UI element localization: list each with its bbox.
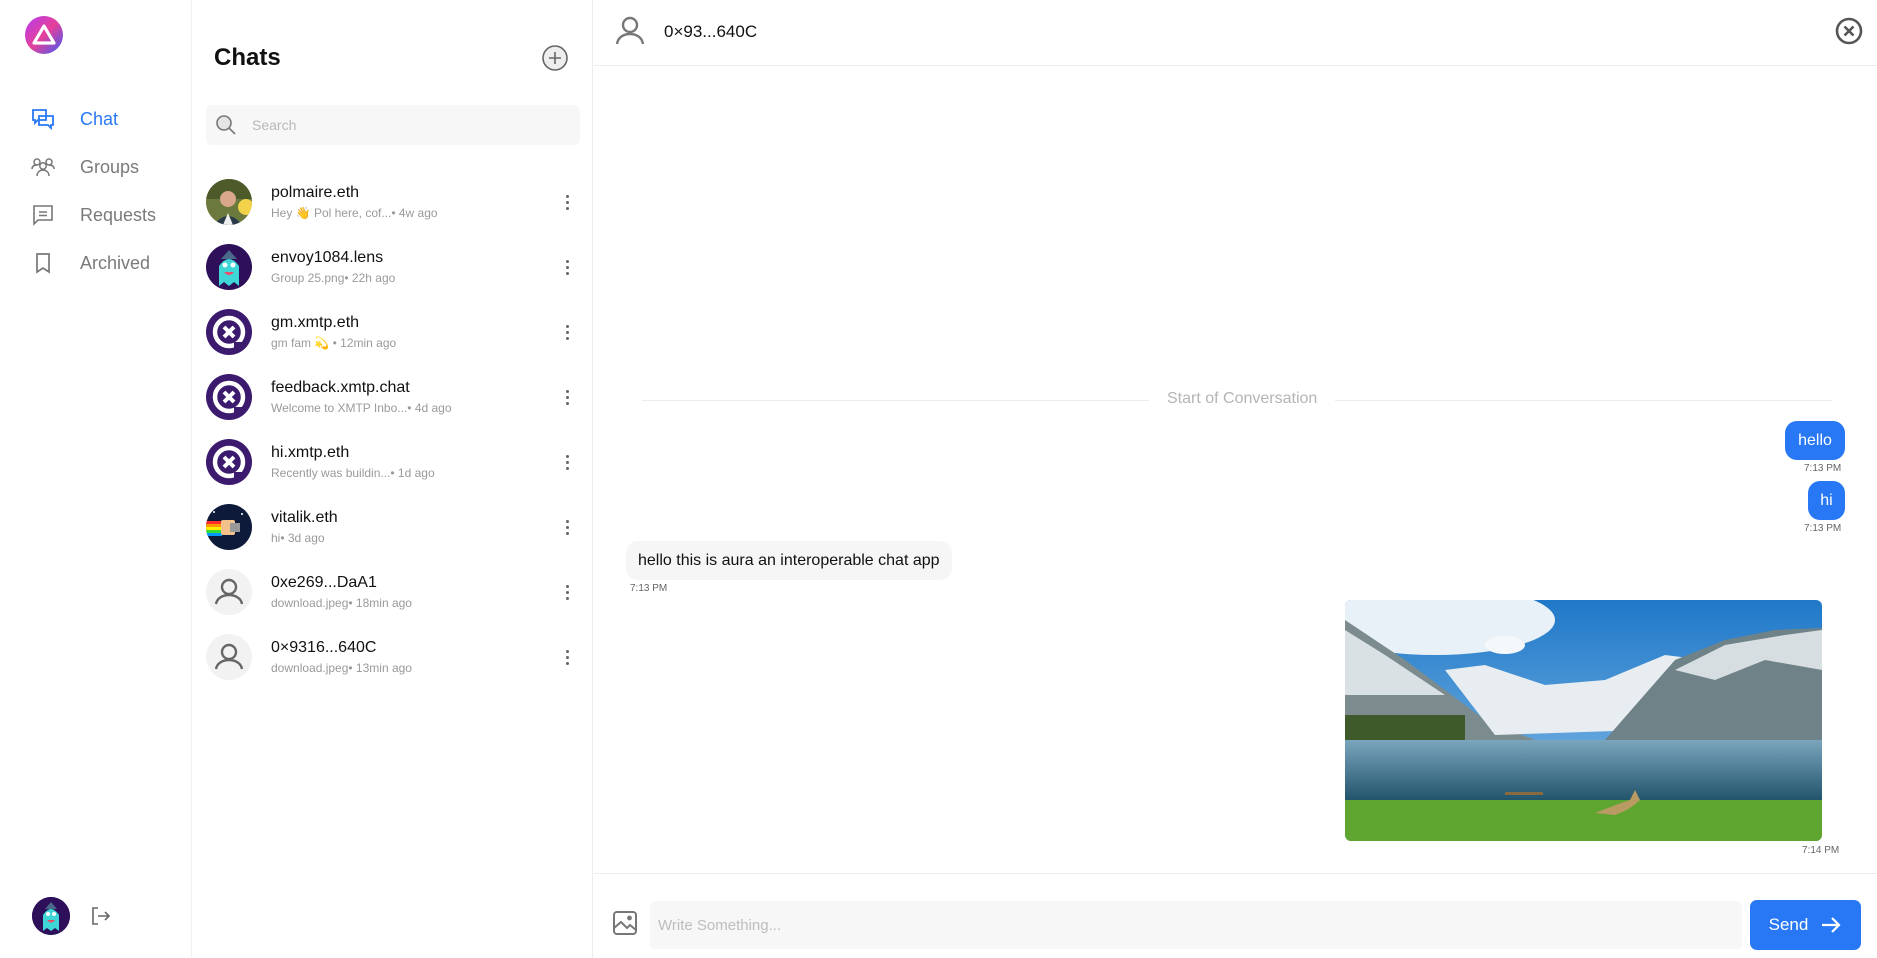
- avatar-nyan-cat-icon: [206, 504, 252, 550]
- nav-item-label: Chat: [80, 108, 119, 129]
- conversation-item[interactable]: 0xe269...DaA1 download.jpeg• 18min ago: [206, 564, 586, 620]
- more-options-icon[interactable]: [559, 320, 575, 344]
- xmtp-logo-icon: [206, 309, 252, 355]
- message-bubble-incoming: hello this is aura an interoperable chat…: [626, 541, 952, 580]
- conversation-name: 0×9316...640C: [271, 639, 377, 656]
- message-timestamp: 7:13 PM: [1804, 523, 1842, 534]
- conversation-name: hi.xmtp.eth: [271, 444, 350, 461]
- message-input[interactable]: [650, 901, 1742, 949]
- xmtp-logo-icon: [206, 439, 252, 485]
- arrow-right-icon: [1822, 917, 1841, 933]
- avatar-photo: [206, 179, 252, 225]
- nav-item-label: Archived: [80, 252, 151, 273]
- user-avatar[interactable]: [32, 897, 70, 935]
- more-options-icon[interactable]: [559, 450, 575, 474]
- conversation-name: vitalik.eth: [271, 509, 338, 526]
- more-options-icon[interactable]: [559, 255, 575, 279]
- conversation-name: gm.xmtp.eth: [271, 314, 360, 331]
- avatar-ghost-icon: [206, 244, 252, 290]
- chat-bubbles-icon: [30, 106, 56, 132]
- conversation-text: envoy1084.lens Group 25.png• 22h ago: [271, 248, 559, 286]
- conversation-text: vitalik.eth hi• 3d ago: [271, 508, 559, 546]
- more-options-icon[interactable]: [559, 190, 575, 214]
- message-timestamp: 7:13 PM: [630, 583, 668, 594]
- more-options-icon[interactable]: [559, 645, 575, 669]
- nav-item-chat[interactable]: Chat: [30, 103, 180, 135]
- conversation-header: 0×93...640C: [594, 0, 1877, 66]
- conversation-text: gm.xmtp.eth gm fam 💫 • 12min ago: [271, 313, 559, 351]
- conversation-text: 0xe269...DaA1 download.jpeg• 18min ago: [271, 573, 559, 611]
- message-timestamp: 7:14 PM: [1802, 845, 1840, 856]
- new-chat-button[interactable]: [541, 44, 569, 72]
- conversation-name: polmaire.eth: [271, 184, 360, 201]
- main-nav: Chat Groups Requests Archived: [0, 0, 192, 958]
- conversation-name: envoy1084.lens: [271, 249, 384, 266]
- conversation-text: hi.xmtp.eth Recently was buildin...• 1d a…: [271, 443, 559, 481]
- chat-list-title: Chats: [214, 44, 281, 71]
- more-options-icon[interactable]: [559, 385, 575, 409]
- xmtp-logo-icon: [206, 374, 252, 420]
- app-logo-icon[interactable]: [25, 16, 63, 54]
- message-square-icon: [30, 202, 56, 228]
- conversation-text: feedback.xmtp.chat Welcome to XMTP Inbo..…: [271, 378, 559, 416]
- conversation-preview: Hey 👋 Pol here, cof...• 4w ago: [271, 206, 438, 220]
- conversation-preview: download.jpeg• 13min ago: [271, 661, 412, 675]
- nav-item-requests[interactable]: Requests: [30, 199, 180, 231]
- conversation-preview: download.jpeg• 18min ago: [271, 596, 412, 610]
- conversation-preview: hi• 3d ago: [271, 531, 325, 545]
- user-icon: [614, 14, 646, 46]
- nav-item-label: Groups: [80, 156, 140, 177]
- user-icon: [206, 634, 252, 680]
- send-label: Send: [1768, 915, 1809, 934]
- conversation-text: 0×9316...640C download.jpeg• 13min ago: [271, 638, 559, 676]
- peer-address: 0×93...640C: [664, 22, 758, 41]
- search-icon: [214, 113, 238, 137]
- conversation-item[interactable]: polmaire.eth Hey 👋 Pol here, cof...• 4w a…: [206, 174, 586, 230]
- attach-image-icon[interactable]: [612, 910, 638, 936]
- conversation-name: feedback.xmtp.chat: [271, 379, 410, 396]
- close-conversation-icon[interactable]: [1834, 16, 1864, 46]
- message-composer: Send: [594, 873, 1877, 958]
- conversation-item[interactable]: hi.xmtp.eth Recently was buildin...• 1d a…: [206, 434, 586, 490]
- message-bubble-outgoing: hello: [1785, 421, 1845, 460]
- app-root: Chat Groups Requests Archived Chats Sear…: [0, 0, 1877, 958]
- nav-item-groups[interactable]: Groups: [30, 151, 180, 183]
- more-options-icon[interactable]: [559, 580, 575, 604]
- conversation-item[interactable]: vitalik.eth hi• 3d ago: [206, 499, 586, 555]
- user-icon: [206, 569, 252, 615]
- chat-list-panel: Chats polmaire.eth Hey 👋 Pol here, cof...…: [193, 0, 593, 958]
- conversation-preview: Recently was buildin...• 1d ago: [271, 466, 435, 480]
- logout-icon[interactable]: [88, 903, 114, 929]
- message-image-attachment[interactable]: [1345, 600, 1822, 841]
- send-button[interactable]: Send: [1750, 900, 1861, 950]
- group-icon: [30, 154, 56, 180]
- conversation-preview: Welcome to XMTP Inbo...• 4d ago: [271, 401, 452, 415]
- conversation-pane: 0×93...640C Start of Conversation hello …: [594, 0, 1877, 958]
- message-bubble-outgoing: hi: [1808, 481, 1845, 520]
- search-box: [206, 105, 580, 145]
- conversation-item[interactable]: feedback.xmtp.chat Welcome to XMTP Inbo..…: [206, 369, 586, 425]
- more-options-icon[interactable]: [559, 515, 575, 539]
- conversation-preview: gm fam 💫 • 12min ago: [271, 336, 397, 350]
- bookmark-icon: [30, 250, 56, 276]
- search-input[interactable]: [252, 117, 552, 133]
- start-of-conversation-label: Start of Conversation: [1149, 390, 1336, 408]
- conversation-item[interactable]: 0×9316...640C download.jpeg• 13min ago: [206, 629, 586, 685]
- conversation-preview: Group 25.png• 22h ago: [271, 271, 396, 285]
- message-timestamp: 7:13 PM: [1804, 463, 1842, 474]
- nav-item-label: Requests: [80, 204, 157, 225]
- conversation-item[interactable]: gm.xmtp.eth gm fam 💫 • 12min ago: [206, 304, 586, 360]
- nav-item-archived[interactable]: Archived: [30, 247, 180, 279]
- conversation-text: polmaire.eth Hey 👋 Pol here, cof...• 4w a…: [271, 183, 559, 221]
- conversation-name: 0xe269...DaA1: [271, 574, 377, 591]
- conversation-item[interactable]: envoy1084.lens Group 25.png• 22h ago: [206, 239, 586, 295]
